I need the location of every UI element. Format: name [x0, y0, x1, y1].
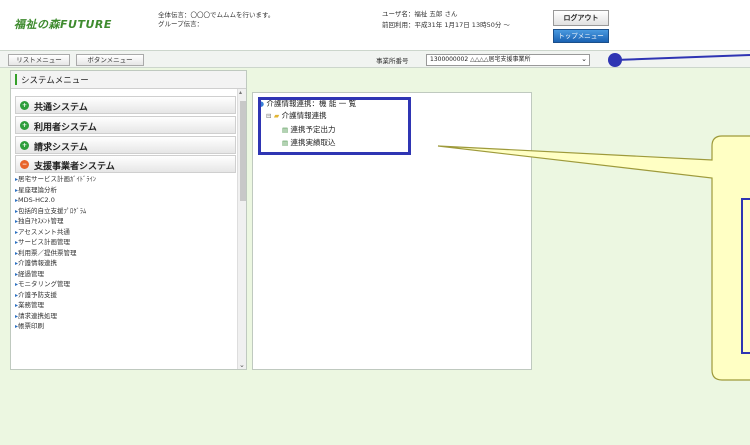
- speech-bubble: [437, 135, 750, 381]
- callout-inner-box: [741, 198, 750, 354]
- callout-overlay: [437, 53, 750, 381]
- pointer-line: [614, 54, 750, 61]
- pointer-dot: [608, 53, 622, 67]
